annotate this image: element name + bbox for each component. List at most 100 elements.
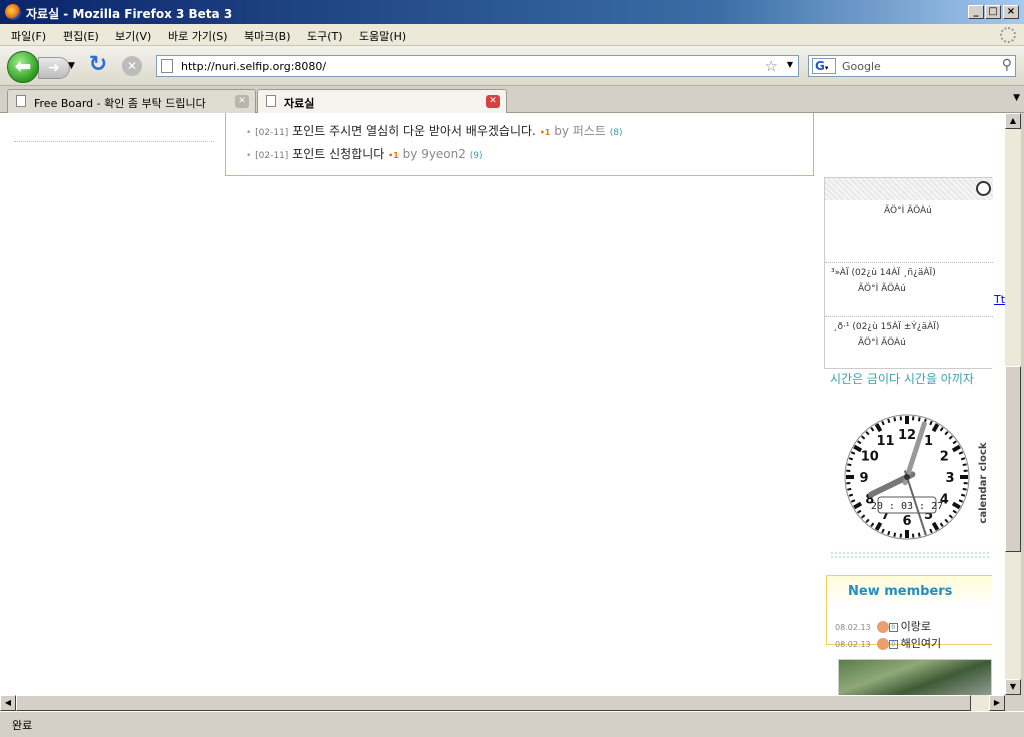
digital-time: 20 : 03 : 27: [871, 501, 943, 512]
stop-button[interactable]: ✕: [122, 56, 142, 76]
back-button[interactable]: ⬅: [7, 51, 39, 83]
horizontal-scrollbar[interactable]: ◀ ▶: [0, 695, 1005, 711]
clock-tick: [887, 530, 891, 536]
search-icon[interactable]: ⚲: [1002, 57, 1012, 73]
close-window-button[interactable]: ×: [1003, 5, 1019, 19]
clock-tick: [847, 487, 852, 491]
menu-bar: 파일(F) 편집(E) 보기(V) 바로 가기(S) 북마크(B) 도구(T) …: [0, 24, 1024, 46]
clock-tick: [917, 532, 921, 537]
refresh-icon[interactable]: [976, 181, 991, 196]
bookmark-star-icon[interactable]: ☆: [765, 57, 778, 75]
member-name[interactable]: 이랑로: [901, 620, 931, 633]
clock-number: 10: [861, 450, 879, 465]
reload-button[interactable]: ↻: [86, 54, 110, 78]
history-dropdown-icon[interactable]: ▼: [68, 61, 75, 71]
navigation-toolbar: ➜ ⬅ ▼ ↻ ✕ http://nuri.selfip.org:8080/ ☆…: [0, 46, 1024, 86]
clock-number: 3: [945, 471, 954, 486]
clock-number: 9: [859, 471, 868, 486]
minimize-button[interactable]: _: [968, 5, 984, 19]
search-input[interactable]: Google: [842, 60, 881, 73]
address-bar[interactable]: http://nuri.selfip.org:8080/ ☆ ▼: [156, 55, 799, 77]
by-label: by: [554, 124, 569, 138]
clock-tick: [887, 418, 891, 424]
clock-number: 2: [940, 450, 949, 465]
new-badge: •1: [539, 128, 551, 137]
throbber-icon: [1000, 27, 1016, 43]
menu-file[interactable]: 파일(F): [11, 28, 46, 44]
clock-number: 11: [876, 434, 894, 449]
status-text: 완료: [12, 719, 33, 732]
horizontal-scroll-thumb[interactable]: [16, 695, 971, 711]
analog-clock: 12 1234567891011 20 : 03 : 27 calendar cl…: [844, 414, 989, 540]
url-text[interactable]: http://nuri.selfip.org:8080/: [181, 60, 326, 73]
divider: [825, 316, 993, 317]
page-icon: [266, 95, 276, 107]
post-title[interactable]: 포인트 주시면 열심히 다운 받아서 배우겠습니다.: [292, 124, 536, 138]
page-content: • [02-11] 포인트 주시면 열심히 다운 받아서 배우겠습니다. •1 …: [0, 113, 1005, 695]
clock-tick: [893, 532, 897, 537]
window-title: 자료실 - Mozilla Firefox 3 Beta 3: [26, 7, 233, 21]
search-bar[interactable]: G▾ Google ⚲: [808, 55, 1016, 77]
clock-brand-text: calendar clock: [978, 442, 989, 523]
by-label: by: [402, 147, 418, 161]
menu-view[interactable]: 보기(V): [115, 28, 151, 44]
page-icon: [16, 95, 26, 107]
menu-go[interactable]: 바로 가기(S): [168, 28, 228, 44]
forward-button[interactable]: ➜: [38, 57, 70, 79]
new-members-title: New members: [848, 584, 953, 599]
scroll-down-button[interactable]: ▼: [1005, 679, 1021, 695]
new-badge: •1: [388, 151, 399, 160]
close-tab-icon[interactable]: ✕: [486, 95, 500, 108]
list-item[interactable]: • [02-11] 포인트 주시면 열심히 다운 받아서 배우겠습니다. •1 …: [246, 122, 622, 139]
scrollbar-corner: [1005, 695, 1024, 711]
scroll-up-button[interactable]: ▲: [1005, 113, 1021, 129]
tab-list-icon[interactable]: ▼: [1013, 93, 1020, 103]
landscape-photo[interactable]: [838, 659, 992, 695]
clock-tick: [917, 417, 921, 422]
search-engine-icon[interactable]: G▾: [812, 58, 836, 74]
tab-archive[interactable]: 자료실 ✕: [257, 89, 507, 114]
recent-posts-box: • [02-11] 포인트 주시면 열심히 다운 받아서 배우겠습니다. •1 …: [225, 113, 814, 176]
post-title[interactable]: 포인트 신청합니다: [292, 147, 384, 161]
status-bar: 완료: [0, 711, 1024, 737]
clock-tick: [848, 457, 854, 461]
member-row[interactable]: 08.02.13 0 해인여기: [835, 635, 941, 651]
member-date: 08.02.13: [835, 640, 871, 649]
vertical-scroll-thumb[interactable]: [1005, 366, 1021, 552]
tab-free-board[interactable]: Free Board - 확인 좀 부탁 드립니다 ✕: [7, 89, 256, 113]
menu-edit[interactable]: 편집(E): [63, 28, 99, 44]
widget-dayafter-values: ÃÖ°Ì ÃÖÀú: [858, 338, 906, 348]
clock-tick: [847, 463, 852, 467]
clock-number: 1: [924, 434, 933, 449]
clock-number: 6: [902, 514, 911, 529]
member-name[interactable]: 해인여기: [901, 637, 941, 650]
window-title-bar[interactable]: 자료실 - Mozilla Firefox 3 Beta 3 _ □ ×: [0, 0, 1024, 24]
clock-tick: [960, 493, 966, 497]
post-date: [02-11]: [255, 151, 289, 161]
scroll-left-button[interactable]: ◀: [0, 695, 16, 711]
menu-tools[interactable]: 도구(T): [307, 28, 343, 44]
post-author: 9yeon2: [421, 147, 466, 161]
vertical-scrollbar[interactable]: ▲ ▼: [1005, 113, 1021, 695]
menu-help[interactable]: 도움말(H): [359, 28, 406, 44]
scroll-right-button[interactable]: ▶: [989, 695, 1005, 711]
level-icon: 0: [888, 639, 898, 649]
tab-label: 자료실: [284, 97, 315, 110]
close-tab-icon[interactable]: ✕: [235, 95, 249, 108]
post-author: 퍼스트: [572, 124, 606, 138]
clock-tick: [848, 493, 854, 497]
member-row[interactable]: 08.02.13 0 이랑로: [835, 618, 931, 634]
list-item[interactable]: • [02-11] 포인트 신청합니다 •1 by 9yeon2 (9): [246, 145, 482, 162]
url-dropdown-icon[interactable]: ▼: [787, 60, 793, 69]
clock-tick: [893, 417, 897, 422]
new-members-box: New members 08.02.13 0 이랑로 08.02.13 0 해인여기: [826, 575, 992, 650]
level-icon: 0: [888, 622, 898, 632]
side-link[interactable]: Tt: [994, 293, 1005, 306]
maximize-button[interactable]: □: [985, 5, 1001, 19]
widget-today-values: ÃÖ°Ì ÃÖÀú: [884, 206, 932, 216]
firefox-icon: [5, 4, 21, 20]
clock-tick: [962, 463, 967, 467]
widget-tomorrow-values: ÃÖ°Ì ÃÖÀú: [858, 284, 906, 294]
menu-bookmarks[interactable]: 북마크(B): [244, 28, 291, 44]
clock-center: [904, 474, 910, 480]
